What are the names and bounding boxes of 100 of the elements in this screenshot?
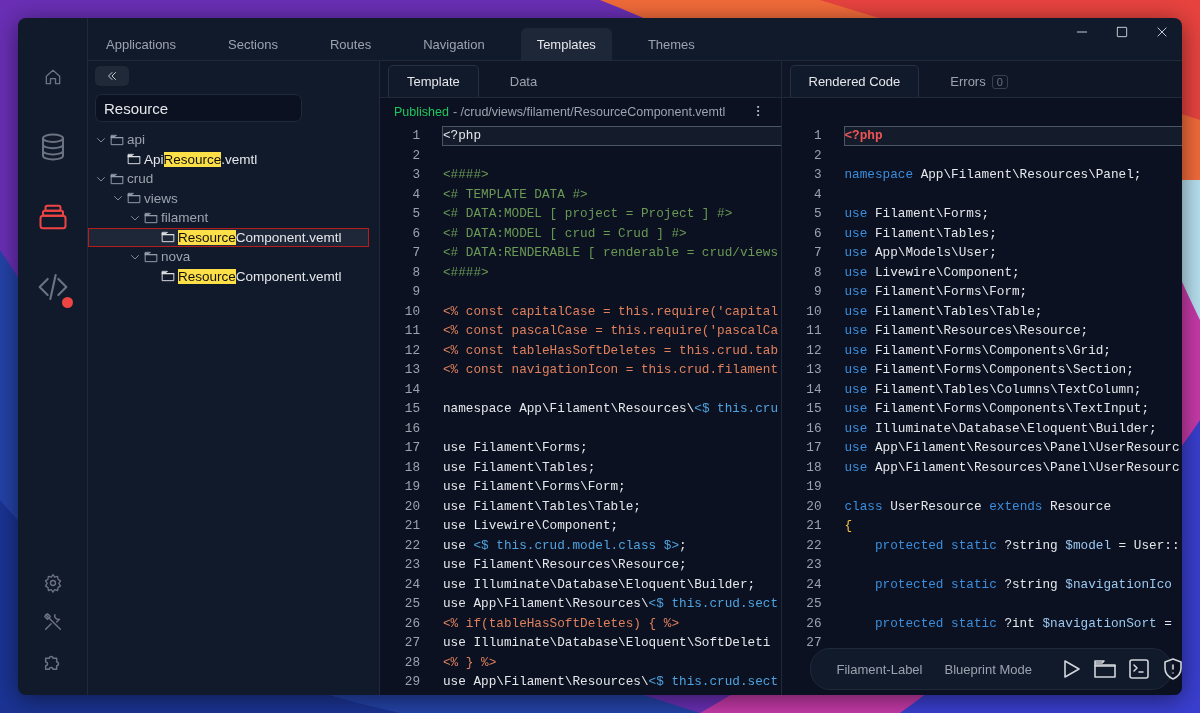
- tree-folder[interactable]: api: [88, 130, 369, 150]
- code-line: use Filament\Forms\Form;: [442, 478, 627, 496]
- line-number: 6: [411, 224, 420, 243]
- pane-tab[interactable]: Rendered Code: [789, 65, 920, 97]
- line-number: 20: [403, 497, 420, 516]
- code-line: <# DATA:MODEL [ project = Project ] #>: [442, 205, 734, 223]
- code-line: use Filament\Tables\Columns\TextColumn;: [843, 380, 1143, 399]
- line-number: 14: [403, 380, 420, 399]
- nav-tab[interactable]: Templates: [520, 28, 612, 60]
- line-number: 25: [403, 595, 420, 613]
- code-line: use Illuminate\Database\Eloquent\Builder;: [442, 575, 757, 594]
- folder-icon: [144, 249, 158, 264]
- code-line: use App\Filament\Resources\<$ this.crud.sect: [442, 673, 779, 691]
- line-number: 5: [411, 205, 420, 223]
- line-number: 3: [812, 166, 822, 184]
- line-number: 17: [805, 439, 822, 457]
- line-number: 16: [403, 419, 420, 438]
- search-field[interactable]: Resource: [95, 94, 302, 122]
- code-line: <####>: [442, 166, 490, 184]
- line-number: 11: [805, 322, 822, 340]
- nav-tab[interactable]: Navigation: [407, 28, 501, 60]
- line-number: 22: [805, 536, 822, 555]
- code-line: use Livewire\Component;: [442, 517, 620, 535]
- line-number: 12: [403, 341, 420, 360]
- line-number: 27: [805, 634, 822, 652]
- tree-folder[interactable]: crud: [88, 169, 369, 189]
- code-line: use <$ this.crud.model.class $>;: [442, 536, 688, 555]
- code-line: use App\Filament\Resources\Panel\UserResourc: [843, 439, 1181, 457]
- line-number: 8: [812, 263, 822, 282]
- code-line: use Illuminate\Database\Eloquent\SoftDeleti: [442, 634, 772, 652]
- line-number: 22: [403, 536, 420, 555]
- line-number: 23: [805, 556, 822, 574]
- code-line: use Filament\Tables;: [442, 458, 597, 477]
- code-line: protected static ?string $navigationIco: [873, 575, 1173, 594]
- line-number: 9: [411, 283, 420, 301]
- mode-label: Blueprint Mode: [944, 661, 1032, 677]
- terminal-icon: [1126, 657, 1151, 681]
- code-line: use Filament\Forms\Components\TextInput;: [843, 400, 1151, 418]
- code-line: use App\Filament\Resources\Panel\UserResourc: [843, 458, 1181, 477]
- tree-file[interactable]: ApiResource.vemtl: [88, 149, 369, 169]
- line-number: 7: [411, 244, 420, 262]
- line-number: 14: [805, 380, 822, 399]
- double-chevron-icon: [105, 69, 119, 83]
- line-number: 23: [403, 556, 420, 574]
- file-icon: [161, 269, 175, 284]
- pane-tab[interactable]: Template: [388, 65, 479, 97]
- line-number: 24: [805, 575, 822, 594]
- code-line: use Illuminate\Database\Eloquent\Builder;: [843, 419, 1158, 438]
- code-line: use Filament\Tables\Table;: [843, 302, 1044, 321]
- code-line: namespace App\Filament\Resources\Panel;: [843, 166, 1143, 184]
- code-line: <# TEMPLATE DATA #>: [442, 185, 589, 204]
- pane-tab[interactable]: Errors 0: [931, 65, 1027, 97]
- folder-icon: [127, 191, 141, 206]
- tree-file[interactable]: ResourceComponent.vemtl: [88, 227, 369, 247]
- file-path: - /crud/views/filament/ResourceComponent.vemtl: [452, 105, 726, 119]
- nav-tab[interactable]: Routes: [314, 28, 388, 60]
- nav-tab[interactable]: Applications: [90, 28, 193, 60]
- line-number: 2: [812, 146, 822, 165]
- nav-tab[interactable]: Sections: [212, 28, 294, 60]
- nav-tab[interactable]: Themes: [631, 28, 711, 60]
- code-line: <% if(tableHasSoftDeletes) { %>: [442, 614, 681, 633]
- line-number: 26: [403, 614, 420, 633]
- project-label: Filament-Label: [836, 661, 923, 677]
- line-number: 10: [805, 302, 822, 321]
- line-number: 18: [805, 458, 822, 477]
- line-number: 13: [805, 361, 822, 379]
- code-icon: [36, 271, 69, 303]
- line-number: 12: [805, 341, 822, 360]
- pane-tab[interactable]: Data: [490, 65, 557, 97]
- code-line: protected static ?int $navigationSort =: [873, 614, 1173, 633]
- code-line: use Filament\Resources\Resource;: [843, 322, 1090, 340]
- code-line: <% const pascalCase = this.require('pascalCa: [442, 322, 779, 340]
- line-number: 7: [812, 244, 822, 262]
- collapse-button[interactable]: [95, 66, 129, 86]
- folder-icon: [1092, 657, 1117, 681]
- tree-file[interactable]: ResourceComponent.vemtl: [88, 266, 369, 286]
- tree-folder[interactable]: views: [88, 188, 369, 208]
- code-line: use Filament\Tables\Table;: [442, 497, 642, 516]
- count-badge: 0: [991, 74, 1008, 89]
- code-line: use App\Models\User;: [843, 244, 998, 262]
- line-number: 1: [411, 127, 420, 145]
- line-number: 4: [411, 185, 420, 204]
- line-number: 27: [403, 634, 420, 652]
- line-number: 4: [812, 185, 822, 204]
- line-number: 18: [403, 458, 420, 477]
- code-line: use Filament\Forms\Form;: [843, 283, 1029, 301]
- tree-folder[interactable]: filament: [88, 208, 369, 228]
- code-line: protected static ?string $model = User::: [873, 536, 1181, 555]
- line-number: 10: [403, 302, 420, 321]
- code-line: use Filament\Forms\Components\Section;: [843, 361, 1135, 379]
- line-number: 21: [805, 517, 822, 535]
- code-line: use App\Filament\Resources\<$ this.crud.sect: [442, 595, 779, 613]
- line-number: 25: [805, 595, 822, 613]
- archive-icon: [37, 202, 68, 232]
- code-line: use Livewire\Component;: [843, 263, 1021, 282]
- line-number: 29: [403, 673, 420, 691]
- code-line: use Filament\Tables;: [843, 224, 998, 243]
- folder-icon: [110, 132, 124, 147]
- file-icon: [161, 230, 175, 245]
- tree-folder[interactable]: nova: [88, 247, 369, 267]
